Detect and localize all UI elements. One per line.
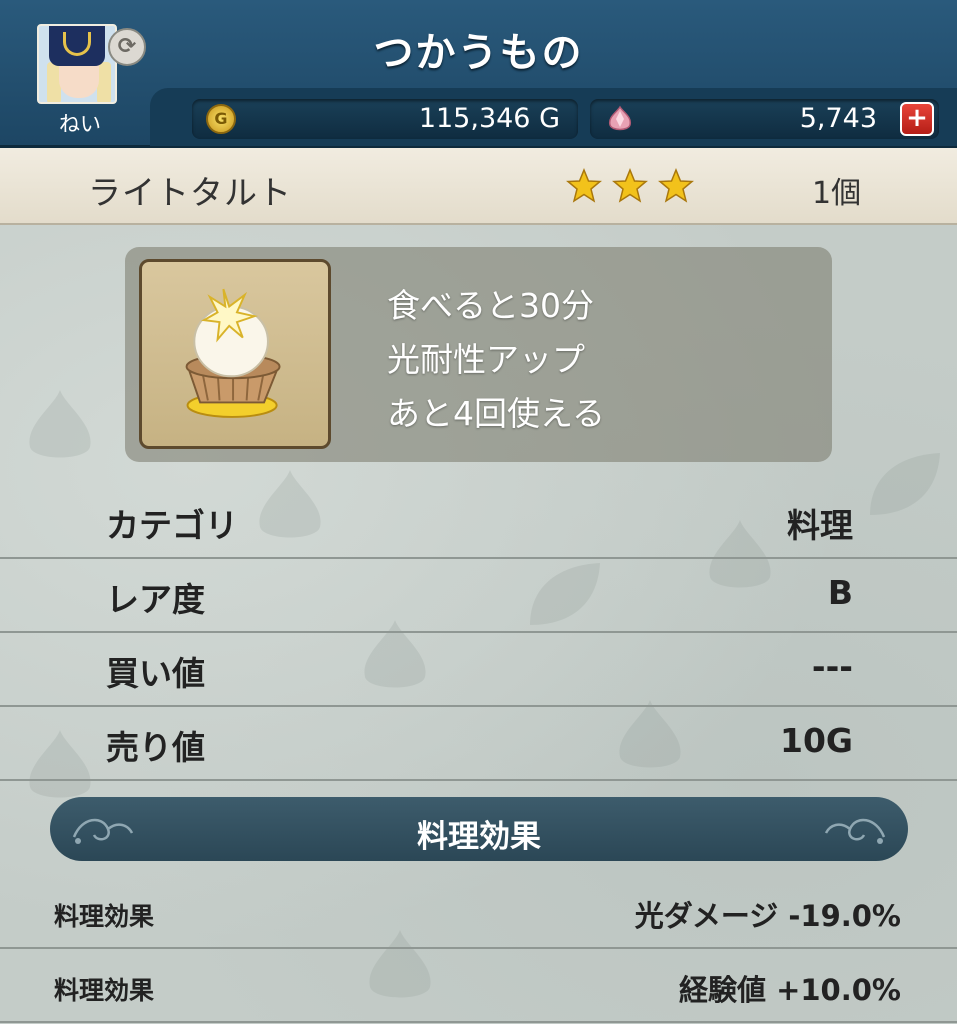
star-icon <box>658 168 695 203</box>
light-tart-icon-graphic <box>185 288 281 418</box>
stat-label: 買い値 <box>106 654 205 693</box>
gold-display: G 115,346 G <box>192 99 578 139</box>
effect-value: 経験値 +10.0% <box>678 973 901 1007</box>
stat-label: カテゴリ <box>106 506 238 545</box>
stat-row-buy-price: 買い値 --- <box>0 631 957 707</box>
stat-row-sell-price: 売り値 10G <box>0 705 957 781</box>
page-title: つかうもの <box>373 30 584 76</box>
stat-value: B <box>827 573 853 612</box>
item-detail-panel: 食べると30分 光耐性アップ あと4回使える カテゴリ 料理 レア度 B 買い値… <box>0 225 957 1024</box>
add-gems-button[interactable]: + <box>900 102 934 136</box>
description-line: 食べると30分 <box>387 286 594 325</box>
player-name: ねい <box>59 112 101 136</box>
stat-label: レア度 <box>106 580 205 619</box>
description-line: あと4回使える <box>387 394 606 433</box>
gem-amount: 5,743 <box>799 103 877 134</box>
rarity-stars <box>566 168 699 208</box>
star-icon <box>566 168 602 203</box>
top-header: ⟳ ねい つかうもの G 115,346 G 5,743 + <box>0 0 957 148</box>
item-name: ライトタルト <box>88 173 292 212</box>
gold-coin-icon: G <box>206 104 236 134</box>
effect-label: 料理効果 <box>54 902 155 931</box>
item-title-bar: ライトタルト 1個 <box>0 148 957 225</box>
stat-value: --- <box>811 647 853 686</box>
stat-row-rarity: レア度 B <box>0 557 957 633</box>
slime-watermark-icon <box>29 390 91 458</box>
light-tart-icon <box>139 259 331 449</box>
cooking-effect-title: 料理効果 <box>417 819 541 855</box>
flourish-right-icon <box>824 818 886 844</box>
item-description: 食べると30分 光耐性アップ あと4回使える <box>387 279 605 441</box>
gem-display: 5,743 + <box>590 99 939 139</box>
gold-amount: 115,346 G <box>418 103 560 134</box>
star-icon <box>612 168 649 203</box>
effect-row: 料理効果 経験値 +10.0% <box>0 949 957 1023</box>
item-count: 1個 <box>812 176 862 211</box>
item-description-panel: 食べると30分 光耐性アップ あと4回使える <box>125 247 832 462</box>
stat-value: 10G <box>779 721 853 760</box>
description-line: 光耐性アップ <box>387 340 585 379</box>
gem-icon <box>608 105 632 131</box>
effect-label: 料理効果 <box>54 976 155 1005</box>
effect-row: 料理効果 光ダメージ -19.0% <box>0 875 957 949</box>
stat-row-category: カテゴリ 料理 <box>0 483 957 559</box>
stat-value: 料理 <box>787 506 853 545</box>
stat-label: 売り値 <box>106 728 205 767</box>
cooking-effect-header: 料理効果 <box>50 797 908 861</box>
effect-value: 光ダメージ -19.0% <box>634 899 901 933</box>
